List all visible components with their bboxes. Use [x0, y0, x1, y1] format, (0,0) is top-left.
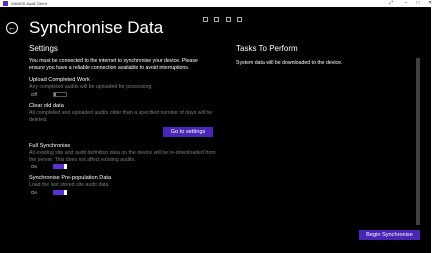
grid-icon[interactable] — [225, 17, 231, 22]
tasks-scrollbar[interactable] — [416, 58, 420, 225]
audit-icon[interactable] — [214, 17, 220, 22]
go-to-settings-button[interactable]: Go to settings — [163, 127, 213, 137]
upload-label: Upload Completed Work — [29, 77, 90, 83]
title-bar: SAMOS Audit Client ⤢ – □ ✕ — [0, 0, 435, 7]
settings-heading: Settings — [29, 44, 58, 53]
sync-icon[interactable] — [203, 17, 208, 22]
window-title: SAMOS Audit Client — [11, 1, 47, 6]
upload-toggle[interactable] — [53, 92, 67, 97]
full-sync-label: Full Synchronise — [29, 143, 71, 149]
intro-text: You must be connected to the internet to… — [29, 58, 198, 71]
task-item: System data will be downloaded to the de… — [236, 60, 343, 66]
window-edge — [431, 7, 435, 253]
close-button[interactable]: ✕ — [423, 0, 435, 7]
prepop-label: Synchronise Pre-population Data — [29, 175, 112, 181]
expand-icon[interactable]: ⤢ — [384, 0, 398, 7]
clear-label: Clear old data — [29, 103, 64, 109]
people-icon[interactable] — [237, 17, 243, 22]
upload-toggle-state: Off — [31, 92, 37, 97]
prepop-toggle-state: On — [31, 190, 38, 195]
prepop-description: Load the last stored site audit data. — [29, 182, 110, 188]
page-title: Synchronise Data — [29, 18, 164, 37]
full-sync-description: All existing site and audit definition d… — [29, 150, 216, 163]
upload-description: Any completed audits will be uploaded fo… — [29, 84, 153, 90]
full-sync-toggle-state: On — [31, 164, 38, 169]
full-sync-toggle[interactable] — [53, 164, 67, 169]
app-toolbar — [203, 9, 244, 22]
back-arrow-icon[interactable]: ← — [6, 22, 18, 34]
clear-description: All completed and uploaded audits older … — [29, 110, 213, 123]
begin-synchronise-button[interactable]: Begin Synchronise — [359, 230, 420, 240]
tasks-heading: Tasks To Perform — [236, 44, 298, 53]
app-icon — [3, 1, 8, 6]
prepop-toggle[interactable] — [53, 190, 67, 195]
